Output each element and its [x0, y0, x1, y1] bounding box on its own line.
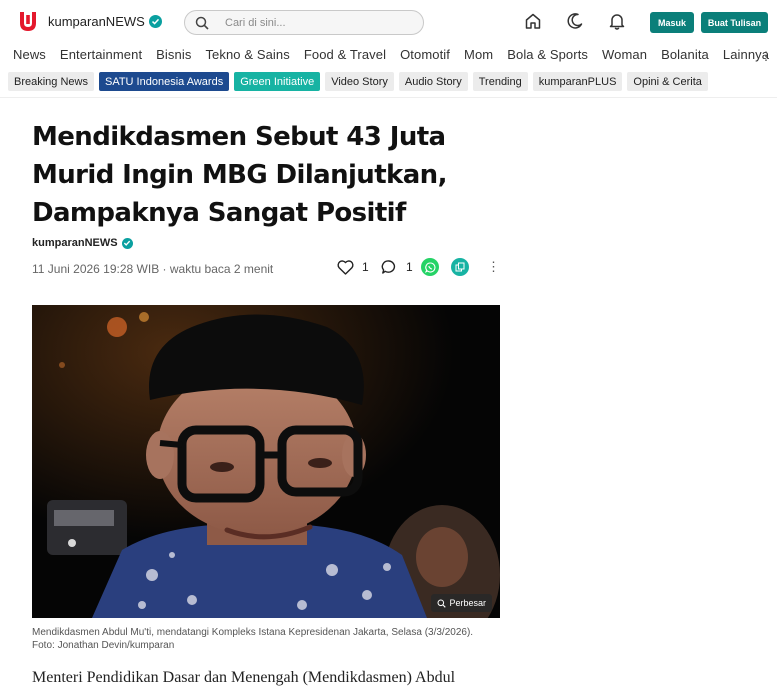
brand-label[interactable]: kumparanNEWS: [48, 14, 145, 29]
tag-video-story[interactable]: Video Story: [325, 72, 394, 91]
nav-item-tekno-sains[interactable]: Tekno & Sains: [205, 47, 289, 65]
tag-satu-indonesia-awards[interactable]: SATU Indonesia Awards: [98, 72, 230, 91]
tag-opini-cerita[interactable]: Opini & Cerita: [627, 72, 708, 91]
caption-text: Mendikdasmen Abdul Mu'ti, mendatangi Kom…: [32, 627, 474, 638]
moon-icon[interactable]: [566, 12, 584, 30]
nav-item-bola-sports[interactable]: Bola & Sports: [507, 47, 588, 65]
verified-icon: [148, 15, 162, 28]
comment-control[interactable]: 1: [381, 258, 413, 276]
nav-item-food-travel[interactable]: Food & Travel: [304, 47, 386, 65]
author-name[interactable]: kumparanNEWS: [32, 237, 118, 249]
category-nav: News Entertainment Bisnis Tekno & Sains …: [13, 47, 769, 65]
verified-icon: [121, 237, 133, 249]
tag-kumparanplus[interactable]: kumparanPLUS: [532, 72, 623, 91]
tag-audio-story[interactable]: Audio Story: [398, 72, 468, 91]
tag-row: Breaking News SATU Indonesia Awards Gree…: [8, 72, 708, 91]
like-control[interactable]: 1: [337, 258, 369, 276]
header-divider: [0, 97, 777, 98]
brand-name[interactable]: kumparanNEWS: [48, 14, 162, 29]
article-title: Mendikdasmen Sebut 43 Juta Murid Ingin M…: [32, 122, 447, 228]
photo-illustration: [32, 305, 500, 618]
tag-green-initiative[interactable]: Green Initiative: [234, 72, 321, 91]
nav-item-bisnis[interactable]: Bisnis: [156, 47, 191, 65]
enlarge-label[interactable]: Perbesar: [449, 598, 486, 608]
article-photo[interactable]: Perbesar: [32, 305, 500, 618]
caption-credit: Foto: Jonathan Devin/kumparan: [32, 640, 175, 651]
nav-item-bolanita[interactable]: Bolanita: [661, 47, 709, 65]
tag-breaking-news[interactable]: Breaking News: [8, 72, 94, 91]
home-icon[interactable]: [524, 12, 542, 30]
logo-icon[interactable]: [18, 11, 38, 33]
copy-link-icon[interactable]: [451, 258, 469, 276]
more-icon[interactable]: ⋮: [487, 258, 500, 276]
comment-count: 1: [406, 260, 413, 274]
heart-icon[interactable]: [337, 259, 354, 275]
whatsapp-icon[interactable]: [421, 258, 439, 276]
enlarge-button[interactable]: Perbesar: [431, 594, 492, 612]
nav-item-otomotif[interactable]: Otomotif: [400, 47, 450, 65]
write-button[interactable]: Buat Tulisan: [701, 12, 768, 33]
zoom-icon: [437, 599, 447, 608]
search-input[interactable]: [225, 14, 405, 32]
copy-link[interactable]: [451, 258, 469, 276]
bell-icon[interactable]: [608, 12, 626, 30]
comment-icon[interactable]: [381, 259, 397, 275]
nav-item-entertainment[interactable]: Entertainment: [60, 47, 142, 65]
more-vertical-icon[interactable]: ⋮: [760, 49, 772, 63]
article-meta: 11 Juni 2026 19:28 WIB · waktu baca 2 me…: [32, 262, 274, 276]
top-header: kumparanNEWS Masuk Buat Tulisan: [0, 0, 777, 44]
nav-item-news[interactable]: News: [13, 47, 46, 65]
share-whatsapp[interactable]: [421, 258, 439, 276]
nav-item-mom[interactable]: Mom: [464, 47, 493, 65]
tag-trending[interactable]: Trending: [472, 72, 528, 91]
article-body: Menteri Pendidikan Dasar dan Menengah (M…: [32, 669, 456, 686]
search-icon: [195, 16, 209, 30]
article-author[interactable]: kumparanNEWS: [32, 237, 133, 249]
like-count: 1: [362, 260, 369, 274]
nav-item-woman[interactable]: Woman: [602, 47, 647, 65]
photo-caption: Mendikdasmen Abdul Mu'ti, mendatangi Kom…: [32, 626, 502, 652]
search-box[interactable]: [184, 10, 424, 35]
login-button[interactable]: Masuk: [650, 12, 694, 33]
